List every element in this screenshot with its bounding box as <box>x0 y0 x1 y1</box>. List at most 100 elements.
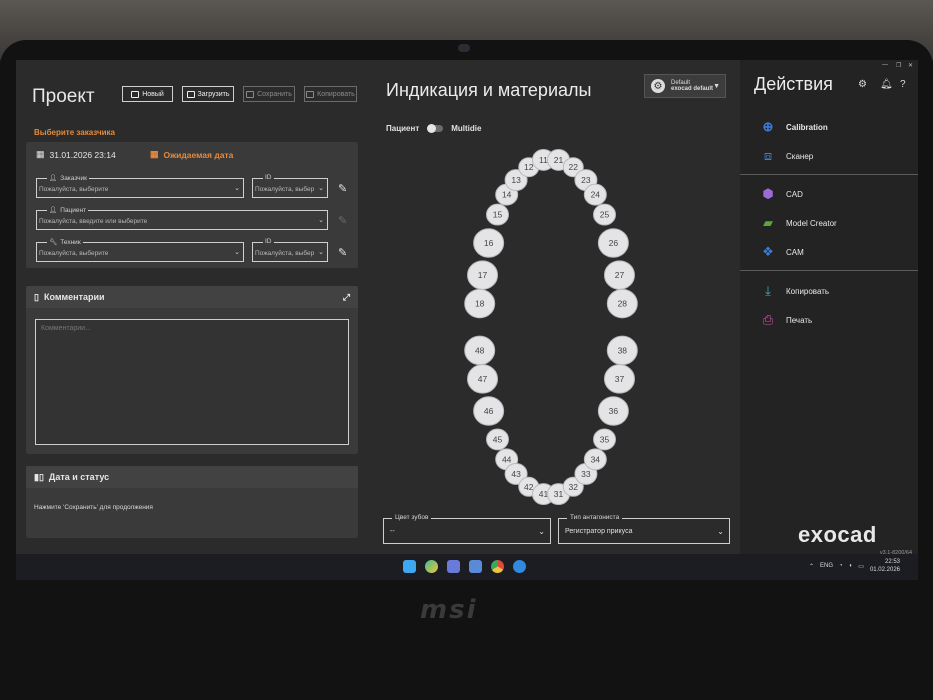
load-button[interactable]: Загрузить <box>182 86 234 102</box>
bell-icon[interactable]: 🔔︎ <box>880 79 893 90</box>
actions-title: Действия <box>754 74 833 94</box>
app-taskbar-icon[interactable] <box>469 560 482 573</box>
close-icon[interactable]: ✕ <box>908 62 913 69</box>
battery-icon[interactable]: ▭ <box>858 563 864 570</box>
minimize-icon[interactable]: — <box>882 62 888 68</box>
tooth-number: 44 <box>502 454 512 464</box>
start-windows-icon[interactable] <box>403 560 416 573</box>
technician-label: 🔧︎ Техник <box>47 238 83 246</box>
restore-icon[interactable]: ❐ <box>896 62 901 69</box>
settings-gear-icon: ⚙ <box>651 79 665 93</box>
chevron-up-icon[interactable]: ⌃ <box>809 563 814 570</box>
tooth-28[interactable]: 28 <box>606 288 638 319</box>
tooth-number: 32 <box>569 482 579 492</box>
volume-icon[interactable]: ◖ <box>849 563 853 569</box>
exocad-taskbar-icon[interactable] <box>447 560 460 573</box>
save-button[interactable]: Сохранить <box>243 86 295 102</box>
tooth-15[interactable]: 15 <box>485 203 509 226</box>
tooth-18[interactable]: 18 <box>464 288 496 319</box>
action-cad[interactable]: ⬢ CAD <box>760 186 803 202</box>
scan-icon: ⧈ <box>763 148 773 163</box>
action-model-creator[interactable]: ▰ Model Creator <box>760 215 837 231</box>
tooth-34[interactable]: 34 <box>583 448 607 471</box>
tooth-36[interactable]: 36 <box>597 396 629 426</box>
action-cam[interactable]: ❖ CAM <box>760 244 804 260</box>
clock[interactable]: 22:53 01.02.2026 <box>870 558 900 574</box>
copy-button[interactable]: Копировать <box>304 86 357 102</box>
action-scanner[interactable]: ⧈ Сканер <box>760 148 813 164</box>
exocad-logo: exocad <box>798 522 877 547</box>
save-icon <box>246 90 255 98</box>
document-icon: ▯ <box>34 291 39 302</box>
new-button[interactable]: Новый <box>122 86 173 102</box>
tooth-46[interactable]: 46 <box>473 396 505 426</box>
actions-panel: — ❐ ✕ Действия ⚙ 🔔︎ ? ⊕ Calibration ⧈ Скан… <box>740 60 918 580</box>
model-creator-icon: ▰ <box>763 215 773 230</box>
calendar-icon: ▦ <box>36 149 45 159</box>
comments-textarea[interactable] <box>35 319 349 445</box>
multidie-toggle[interactable] <box>427 124 444 133</box>
client-id-value: Пожалуйста, выбер <box>255 186 315 193</box>
chevron-down-icon: ⌄ <box>318 185 324 192</box>
tooth-number: 13 <box>511 175 521 185</box>
tooth-27[interactable]: 27 <box>603 260 635 290</box>
telegram-icon[interactable] <box>513 560 526 573</box>
action-calibration[interactable]: ⊕ Calibration <box>760 119 828 135</box>
tooth-47[interactable]: 47 <box>467 364 499 394</box>
comments-header: ▯ Комментарии ⤢ <box>26 286 358 308</box>
cad-tooth-icon: ⬢ <box>762 186 774 201</box>
tooth-26[interactable]: 26 <box>597 228 629 258</box>
tooth-number: 23 <box>581 175 591 185</box>
created-date-value: 31.01.2026 23:14 <box>49 149 116 160</box>
tooth-25[interactable]: 25 <box>593 203 617 226</box>
tooth-17[interactable]: 17 <box>467 260 499 290</box>
technician-value: Пожалуйста, выберите <box>39 250 109 257</box>
tooth-chart[interactable]: 18 17 16 15 14 1312 11 21 222324 25 26 27 28 48 47 46 45… <box>446 145 656 510</box>
antagonist-select[interactable]: Тип антагониста Регистратор прикуса ⌄ <box>558 514 730 544</box>
tooth-number: 46 <box>484 406 494 416</box>
client-select[interactable]: 👤︎ Заказчик Пожалуйста, выберите ⌄ <box>36 174 244 198</box>
tooth-38[interactable]: 38 <box>606 335 638 366</box>
clock-time: 22:53 <box>884 559 900 565</box>
tooth-16[interactable]: 16 <box>473 228 505 258</box>
patient-input[interactable]: 👤︎ Пациент Пожалуйста, введите или выбери… <box>36 206 328 230</box>
copilot-icon[interactable] <box>425 560 438 573</box>
client-id-select[interactable]: ID Пожалуйста, выбер ⌄ <box>252 174 328 198</box>
tooth-number: 45 <box>493 434 503 444</box>
action-copy[interactable]: ⤓ Копировать <box>760 283 829 299</box>
copy-icon <box>306 90 315 98</box>
caret-down-icon: ▼ <box>713 82 720 90</box>
tooth-35[interactable]: 35 <box>593 428 617 451</box>
technician-id-select[interactable]: ID Пожалуйста, выбер ⌄ <box>252 238 328 262</box>
tooth-48[interactable]: 48 <box>464 335 496 366</box>
tooth-number: 42 <box>524 482 534 492</box>
tooth-45[interactable]: 45 <box>485 428 509 451</box>
pick-client-hint: Выберите заказчика <box>34 128 115 137</box>
bar-chart-icon: ▮▯ <box>34 471 44 482</box>
language-indicator[interactable]: ENG <box>820 563 833 569</box>
edit-patient-pencil-icon[interactable]: ✎ <box>338 214 347 227</box>
msi-logo: msi <box>420 595 478 625</box>
edit-client-pencil-icon[interactable]: ✎ <box>338 182 347 195</box>
expand-icon[interactable]: ⤢ <box>343 292 350 303</box>
technician-id-label: ID <box>263 238 274 245</box>
tooth-color-select[interactable]: Цвет зубов -- ⌄ <box>383 514 551 544</box>
wifi-icon[interactable]: ◔ <box>839 563 843 569</box>
profile-select[interactable]: ⚙ Default exocad default ▼ <box>644 74 726 98</box>
multidie-mode-label: Multidie <box>451 124 482 133</box>
taskbar: ⌃ ENG ◔ ◖ ▭ 22:53 01.02.2026 <box>16 554 918 580</box>
technician-select[interactable]: 🔧︎ Техник Пожалуйста, выберите ⌄ <box>36 238 244 262</box>
tooth-37[interactable]: 37 <box>603 364 635 394</box>
tooth-number: 38 <box>618 345 628 355</box>
help-icon[interactable]: ? <box>900 79 906 90</box>
system-tray: ⌃ ENG ◔ ◖ ▭ 22:53 01.02.2026 <box>809 558 900 574</box>
settings-gear-icon[interactable]: ⚙ <box>858 79 867 90</box>
expected-date-button[interactable]: ▦ Ожидаемая дата <box>150 149 233 160</box>
edit-technician-pencil-icon[interactable]: ✎ <box>338 246 347 259</box>
tooth-number: 14 <box>502 190 512 200</box>
chevron-down-icon: ⌄ <box>717 527 724 536</box>
tooth-number: 43 <box>511 469 521 479</box>
chrome-icon[interactable] <box>491 560 504 573</box>
action-print[interactable]: ⎙ Печать <box>760 312 812 328</box>
tooth-24[interactable]: 24 <box>583 183 607 206</box>
